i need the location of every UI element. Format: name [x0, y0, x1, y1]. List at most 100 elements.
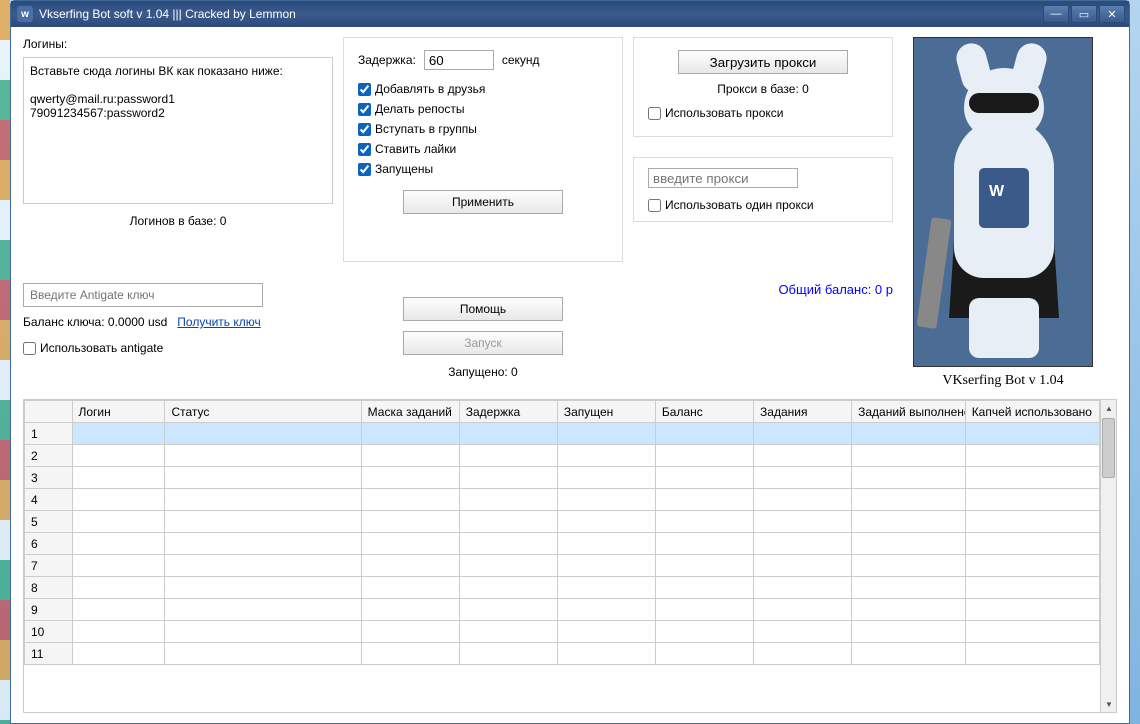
cell[interactable]	[852, 489, 966, 511]
data-grid[interactable]: ЛогинСтатусМаска заданийЗадержкаЗапущенБ…	[23, 399, 1117, 713]
cell[interactable]	[72, 577, 165, 599]
cell[interactable]	[557, 621, 655, 643]
cell[interactable]	[165, 643, 361, 665]
cell[interactable]	[361, 445, 459, 467]
cell[interactable]	[852, 599, 966, 621]
cell[interactable]	[965, 577, 1099, 599]
cell[interactable]	[557, 577, 655, 599]
antigate-key-input[interactable]	[23, 283, 263, 307]
cell[interactable]	[852, 621, 966, 643]
cell[interactable]	[965, 599, 1099, 621]
table-row[interactable]: 2	[25, 445, 1100, 467]
cell[interactable]	[754, 577, 852, 599]
cell[interactable]	[72, 445, 165, 467]
column-header[interactable]: Баланс	[655, 401, 753, 423]
cell[interactable]	[655, 533, 753, 555]
reposts-checkbox[interactable]: Делать репосты	[358, 102, 608, 116]
cell[interactable]	[361, 489, 459, 511]
cell[interactable]	[557, 533, 655, 555]
cell[interactable]	[754, 599, 852, 621]
cell[interactable]	[965, 643, 1099, 665]
cell[interactable]	[852, 577, 966, 599]
cell[interactable]	[361, 621, 459, 643]
cell[interactable]	[655, 445, 753, 467]
table-row[interactable]: 8	[25, 577, 1100, 599]
delay-input[interactable]	[424, 50, 494, 70]
cell[interactable]	[459, 467, 557, 489]
cell[interactable]	[165, 621, 361, 643]
cell[interactable]	[655, 577, 753, 599]
cell[interactable]	[72, 599, 165, 621]
cell[interactable]	[557, 511, 655, 533]
cell[interactable]	[557, 643, 655, 665]
cell[interactable]	[459, 423, 557, 445]
cell[interactable]	[965, 423, 1099, 445]
cell[interactable]	[361, 533, 459, 555]
cell[interactable]	[459, 643, 557, 665]
cell[interactable]	[852, 467, 966, 489]
cell[interactable]	[852, 511, 966, 533]
grid-vscrollbar[interactable]: ▲ ▼	[1100, 400, 1116, 712]
likes-checkbox[interactable]: Ставить лайки	[358, 142, 608, 156]
launch-button[interactable]: Запуск	[403, 331, 563, 355]
cell[interactable]	[361, 643, 459, 665]
cell[interactable]	[361, 423, 459, 445]
column-header[interactable]: Запущен	[557, 401, 655, 423]
minimize-button[interactable]: —	[1043, 5, 1069, 23]
cell[interactable]	[459, 577, 557, 599]
table-row[interactable]: 10	[25, 621, 1100, 643]
cell[interactable]	[852, 445, 966, 467]
cell[interactable]	[965, 621, 1099, 643]
use-proxy-checkbox[interactable]: Использовать прокси	[648, 106, 878, 120]
titlebar[interactable]: w Vkserfing Bot soft v 1.04 ||| Cracked …	[11, 1, 1129, 27]
cell[interactable]	[72, 423, 165, 445]
cell[interactable]	[965, 533, 1099, 555]
cell[interactable]	[754, 511, 852, 533]
cell[interactable]	[965, 445, 1099, 467]
apply-button[interactable]: Применить	[403, 190, 563, 214]
table-row[interactable]: 9	[25, 599, 1100, 621]
cell[interactable]	[754, 555, 852, 577]
cell[interactable]	[754, 467, 852, 489]
help-button[interactable]: Помощь	[403, 297, 563, 321]
column-header[interactable]: Заданий выполнено	[852, 401, 966, 423]
cell[interactable]	[754, 621, 852, 643]
column-header[interactable]: Задержка	[459, 401, 557, 423]
cell[interactable]	[965, 489, 1099, 511]
table-row[interactable]: 3	[25, 467, 1100, 489]
cell[interactable]	[72, 467, 165, 489]
cell[interactable]	[72, 555, 165, 577]
cell[interactable]	[72, 489, 165, 511]
cell[interactable]	[557, 445, 655, 467]
add-friends-checkbox[interactable]: Добавлять в друзья	[358, 82, 608, 96]
cell[interactable]	[557, 489, 655, 511]
cell[interactable]	[165, 445, 361, 467]
cell[interactable]	[72, 621, 165, 643]
cell[interactable]	[165, 555, 361, 577]
close-button[interactable]: ✕	[1099, 5, 1125, 23]
cell[interactable]	[557, 467, 655, 489]
cell[interactable]	[361, 599, 459, 621]
cell[interactable]	[361, 511, 459, 533]
cell[interactable]	[655, 489, 753, 511]
cell[interactable]	[852, 643, 966, 665]
cell[interactable]	[655, 599, 753, 621]
cell[interactable]	[459, 511, 557, 533]
cell[interactable]	[557, 423, 655, 445]
table-row[interactable]: 5	[25, 511, 1100, 533]
cell[interactable]	[165, 533, 361, 555]
column-header[interactable]: Статус	[165, 401, 361, 423]
cell[interactable]	[965, 467, 1099, 489]
maximize-button[interactable]: ▭	[1071, 5, 1097, 23]
logins-textarea[interactable]	[30, 64, 326, 194]
cell[interactable]	[965, 511, 1099, 533]
launched-checkbox[interactable]: Запущены	[358, 162, 608, 176]
column-header[interactable]: Капчей использовано	[965, 401, 1099, 423]
cell[interactable]	[361, 467, 459, 489]
cell[interactable]	[459, 599, 557, 621]
scroll-thumb[interactable]	[1102, 418, 1115, 478]
table-row[interactable]: 11	[25, 643, 1100, 665]
cell[interactable]	[557, 555, 655, 577]
cell[interactable]	[459, 445, 557, 467]
cell[interactable]	[557, 599, 655, 621]
